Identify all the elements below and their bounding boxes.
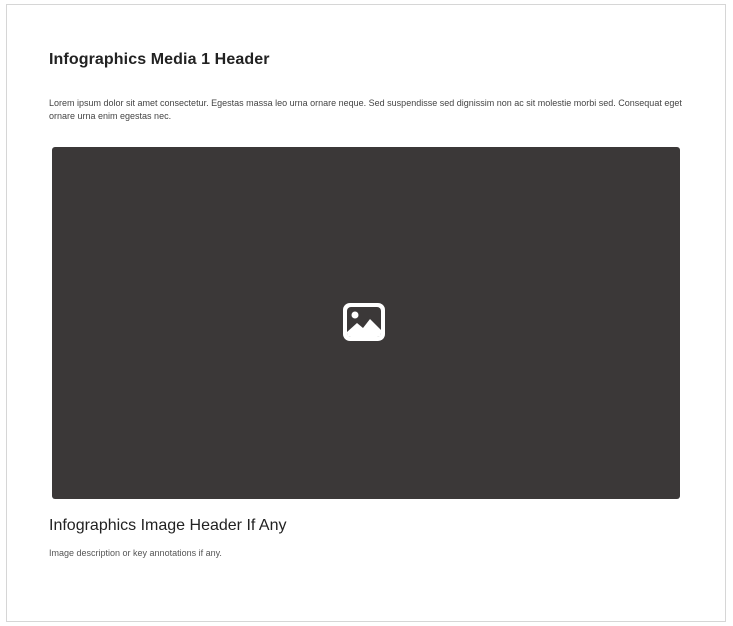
image-caption: Image description or key annotations if … [49, 548, 222, 558]
section-title: Infographics Media 1 Header [49, 51, 270, 68]
infographic-card: Infographics Media 1 Header Lorem ipsum … [6, 4, 726, 622]
section-description: Lorem ipsum dolor sit amet consectetur. … [49, 98, 682, 121]
image-placeholder-icon [342, 302, 386, 342]
media-placeholder[interactable] [52, 147, 680, 499]
image-title: Infographics Image Header If Any [49, 517, 287, 534]
